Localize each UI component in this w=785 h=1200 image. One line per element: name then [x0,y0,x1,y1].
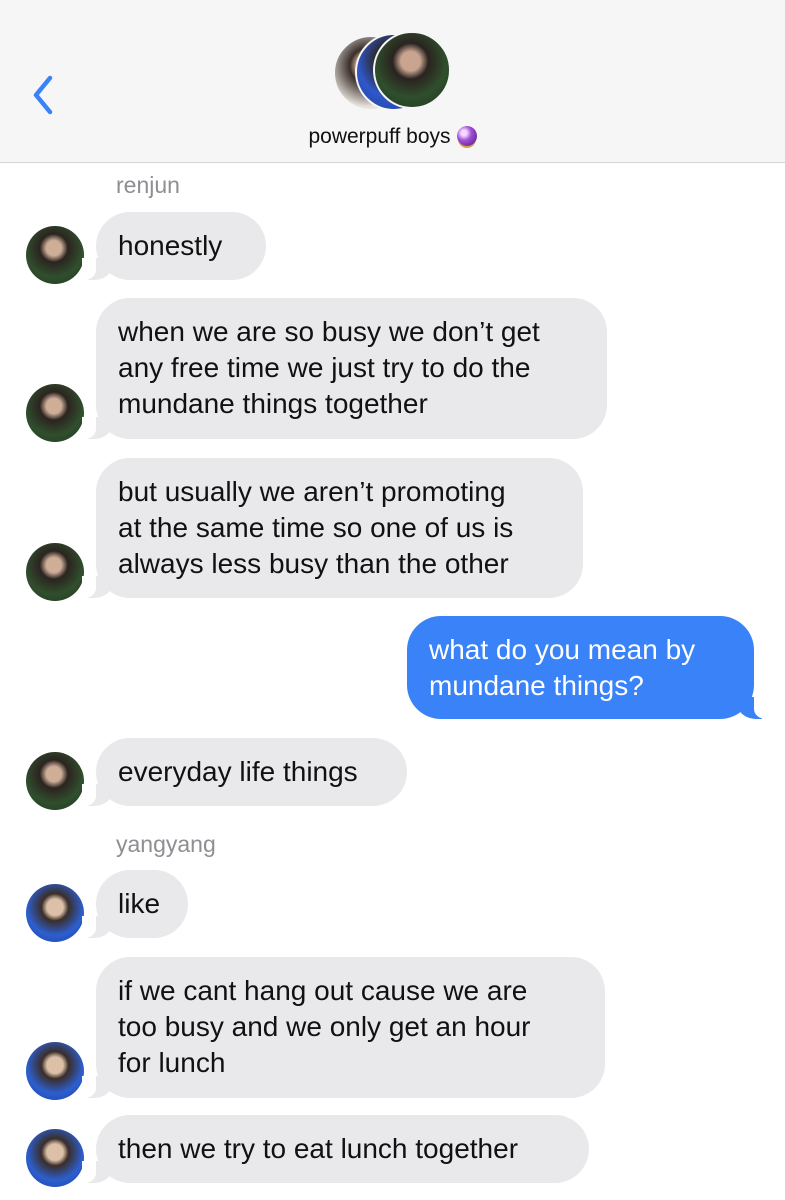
message-bubble[interactable]: then we try to eat lunch together [82,1115,589,1183]
avatar[interactable] [26,1042,84,1100]
message-bubble[interactable]: honestly [82,212,266,280]
avatar[interactable] [26,226,84,284]
avatar[interactable] [26,384,84,442]
avatar[interactable] [26,1129,84,1187]
avatar[interactable] [26,543,84,601]
sender-name-yangyang: yangyang [116,831,216,857]
crystal-ball-icon [456,126,477,146]
message-bubble[interactable]: if we cant hang out cause we are too bus… [82,957,605,1098]
avatar[interactable] [26,752,84,810]
message-bubble[interactable]: like [82,870,188,938]
message-bubble[interactable]: everyday life things [82,738,407,806]
group-avatar-stack[interactable] [333,31,453,113]
conversation-header: powerpuff boys [0,0,785,163]
sent-message-bubble[interactable]: what do you mean by mundane things? [407,616,768,719]
message-bubble[interactable]: when we are so busy we don’t get any fre… [82,298,607,439]
chevron-left-icon [33,75,53,115]
avatar [373,31,451,109]
conversation-title[interactable]: powerpuff boys [0,125,785,149]
back-button[interactable] [28,74,62,116]
avatar[interactable] [26,884,84,942]
sender-name-renjun: renjun [116,172,180,198]
conversation-title-text: powerpuff boys [308,125,451,148]
message-bubble[interactable]: but usually we aren’t promoting at the s… [82,458,583,598]
